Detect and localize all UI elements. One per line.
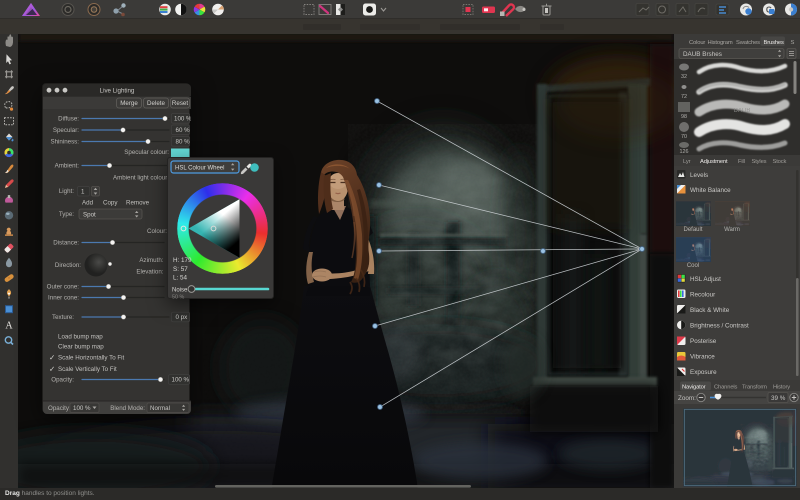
svg-text:Distance:: Distance: xyxy=(53,240,79,247)
svg-text:S: S xyxy=(791,40,795,46)
svg-text:50 %: 50 % xyxy=(172,295,184,301)
svg-text:Posterise: Posterise xyxy=(690,338,717,345)
svg-text:Remove: Remove xyxy=(126,200,150,207)
svg-text:Reset: Reset xyxy=(172,100,188,107)
svg-text:Azimuth:: Azimuth: xyxy=(139,257,163,264)
svg-text:Scale Horizontally To Fit: Scale Horizontally To Fit xyxy=(58,355,125,362)
svg-text:✓: ✓ xyxy=(49,353,55,362)
svg-text:Fill: Fill xyxy=(738,159,745,165)
svg-text:Normal: Normal xyxy=(150,405,170,412)
svg-text:Noise: Noise xyxy=(172,287,188,293)
svg-text:Shininess:: Shininess: xyxy=(50,139,79,146)
svg-text:100 %: 100 % xyxy=(172,377,190,384)
svg-text:Levels: Levels xyxy=(690,172,708,179)
svg-text:Vibrance: Vibrance xyxy=(690,354,715,361)
svg-text:Adjustment: Adjustment xyxy=(700,159,728,165)
svg-text:Colour: Colour xyxy=(689,40,705,46)
svg-text:Exposure: Exposure xyxy=(690,369,717,376)
svg-text:Histogram: Histogram xyxy=(708,40,733,46)
svg-text:Colour:: Colour: xyxy=(147,228,167,235)
svg-text:L: 54: L: 54 xyxy=(173,275,188,282)
svg-text:Ambient:: Ambient: xyxy=(55,163,80,170)
svg-text:72: 72 xyxy=(681,94,687,100)
svg-text:Spot: Spot xyxy=(83,211,96,218)
svg-text:Opacity:: Opacity: xyxy=(51,377,74,384)
svg-text:Ambient light colour:: Ambient light colour: xyxy=(113,175,169,182)
svg-text:100 %: 100 % xyxy=(174,116,191,123)
svg-text:Opacity:: Opacity: xyxy=(48,405,71,412)
svg-text:Black & White: Black & White xyxy=(690,307,730,314)
svg-text:Swatches: Swatches xyxy=(736,40,760,46)
svg-text:Navigator: Navigator xyxy=(682,384,706,390)
svg-text:H: 179: H: 179 xyxy=(173,257,192,264)
svg-text:Cool: Cool xyxy=(687,263,699,269)
svg-text:60 %: 60 % xyxy=(176,127,191,134)
svg-text:32: 32 xyxy=(681,74,687,80)
svg-text:S: 57: S: 57 xyxy=(173,266,188,273)
svg-text:Type:: Type: xyxy=(59,211,74,218)
svg-text:Brushes: Brushes xyxy=(764,40,784,46)
svg-text:100 %: 100 % xyxy=(73,405,91,412)
svg-text:Default: Default xyxy=(683,227,702,233)
svg-text:Copy: Copy xyxy=(103,200,118,207)
svg-text:DAUB Brshes: DAUB Brshes xyxy=(683,51,722,58)
svg-text:Transform: Transform xyxy=(742,384,767,390)
svg-text:Specular colour:: Specular colour: xyxy=(124,149,169,156)
svg-text:126: 126 xyxy=(680,149,689,155)
svg-text:Stock: Stock xyxy=(773,159,787,165)
svg-text:0 px: 0 px xyxy=(176,314,189,321)
svg-text:Styles: Styles xyxy=(752,159,767,165)
svg-text:Light:: Light: xyxy=(59,188,74,195)
svg-text:Lyr: Lyr xyxy=(683,159,691,165)
svg-text:White Balance: White Balance xyxy=(690,187,731,194)
svg-text:Outer cone:: Outer cone: xyxy=(47,284,80,291)
svg-text:Delete: Delete xyxy=(147,100,165,107)
svg-text:Live Lighting: Live Lighting xyxy=(100,88,135,95)
svg-text:Recolour: Recolour xyxy=(690,292,715,299)
svg-text:Warm: Warm xyxy=(724,227,740,233)
svg-text:Merge: Merge xyxy=(120,100,138,107)
svg-text:✓: ✓ xyxy=(49,365,55,374)
svg-text:80 %: 80 % xyxy=(176,139,191,146)
svg-text:Brightness / Contrast: Brightness / Contrast xyxy=(690,323,749,330)
svg-text:Specular:: Specular: xyxy=(53,127,79,134)
svg-text:HSL Colour Wheel: HSL Colour Wheel xyxy=(175,166,224,172)
svg-text:Blend Mode:: Blend Mode: xyxy=(110,405,145,412)
svg-text:70: 70 xyxy=(681,134,687,140)
svg-text:HSL Adjust: HSL Adjust xyxy=(690,276,721,283)
svg-text:DAUB: DAUB xyxy=(734,108,751,114)
svg-text:Inner cone:: Inner cone: xyxy=(48,295,79,302)
svg-text:39 %: 39 % xyxy=(771,395,786,402)
svg-text:Scale Vertically To Fit: Scale Vertically To Fit xyxy=(58,366,117,373)
svg-text:Diffuse:: Diffuse: xyxy=(58,116,79,123)
svg-text:Clear bump map: Clear bump map xyxy=(58,344,104,351)
svg-text:Zoom:: Zoom: xyxy=(678,395,696,402)
svg-text:Channels: Channels xyxy=(714,384,738,390)
svg-text:Elevation:: Elevation: xyxy=(136,269,163,276)
svg-text:A: A xyxy=(5,320,13,331)
svg-text:Add: Add xyxy=(82,200,94,207)
svg-text:1: 1 xyxy=(81,189,85,196)
svg-text:History: History xyxy=(773,384,790,390)
svg-text:Direction:: Direction: xyxy=(55,262,81,269)
svg-text:98: 98 xyxy=(681,114,687,120)
svg-text:Load bump map: Load bump map xyxy=(58,334,103,341)
svg-text:Texture:: Texture: xyxy=(52,314,74,321)
